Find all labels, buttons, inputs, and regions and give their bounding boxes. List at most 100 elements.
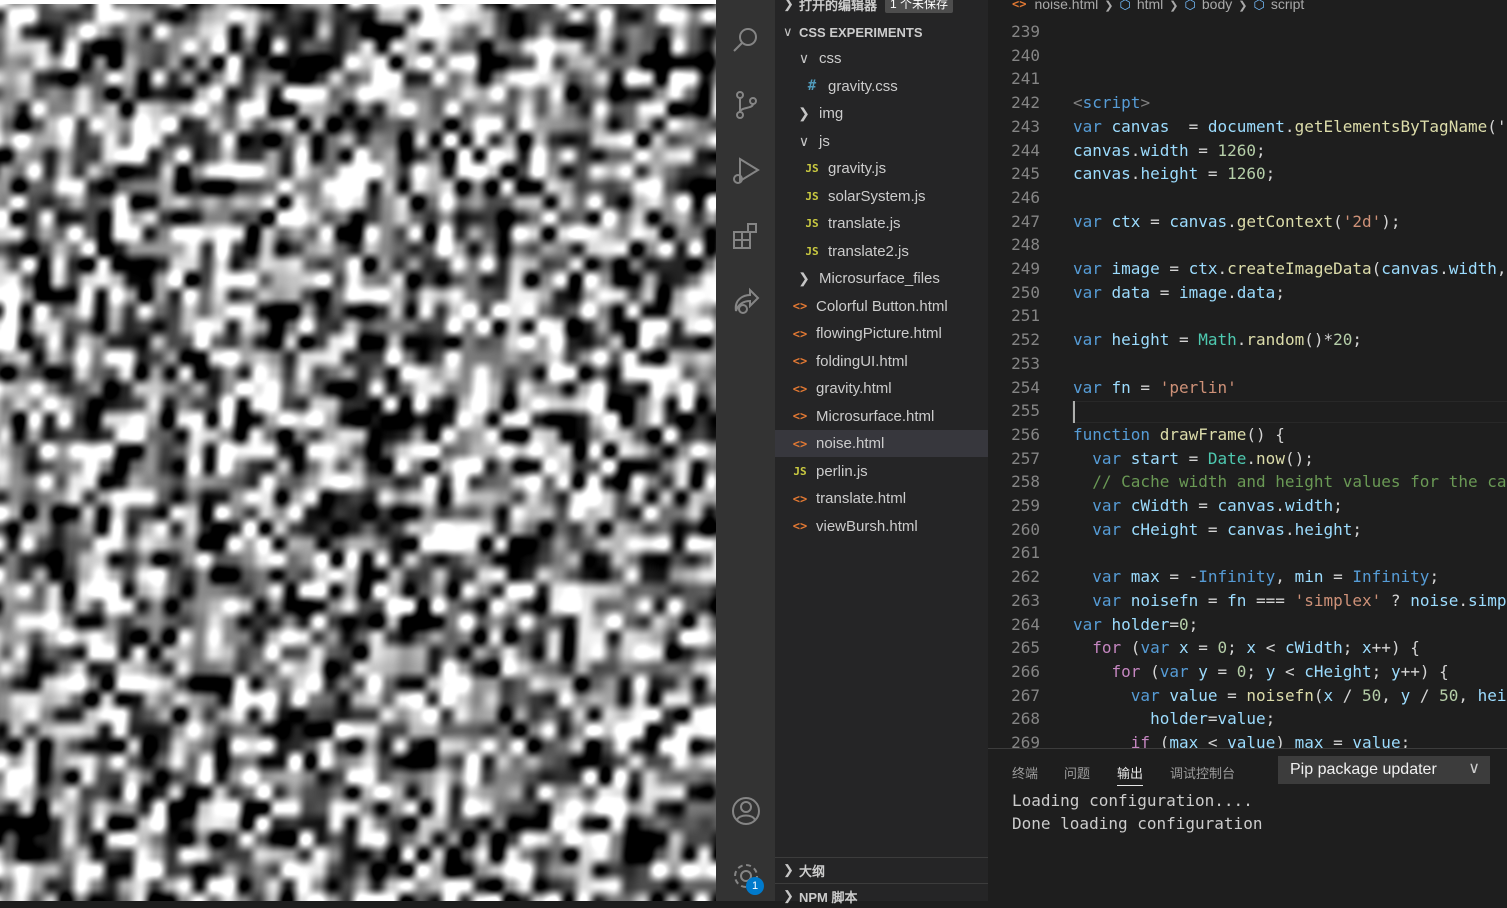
breadcrumb-separator-icon: ❯ bbox=[1238, 0, 1248, 12]
code-text: for (var y = 0; y < cHeight; y++) { bbox=[1111, 661, 1449, 681]
html-file-icon: <> bbox=[792, 519, 808, 533]
code-line: 253 bbox=[988, 352, 1507, 376]
code-text: function drawFrame() { bbox=[1073, 424, 1285, 444]
line-number: 251 bbox=[1011, 306, 1040, 326]
tree-item-label: noise.html bbox=[816, 435, 885, 452]
code-line: 261 bbox=[988, 541, 1507, 565]
npm-scripts-section[interactable]: ❯ NPM 脚本 bbox=[775, 883, 988, 908]
tree-item-label: Microsurface_files bbox=[819, 270, 940, 287]
code-text: var value = noisefn(x / 50, y / 50, hei bbox=[1130, 685, 1507, 705]
breadcrumb-separator-icon: ❯ bbox=[1104, 0, 1114, 12]
line-number: 269 bbox=[1011, 733, 1040, 748]
line-number: 247 bbox=[1011, 211, 1040, 231]
html-file-icon: <> bbox=[792, 326, 808, 341]
tree-folder[interactable]: ❯ Microsurface_files bbox=[775, 265, 988, 292]
code-text: holder=value; bbox=[1150, 709, 1276, 729]
tree-file[interactable]: JS gravity.js bbox=[775, 155, 988, 182]
line-number: 243 bbox=[1011, 116, 1040, 136]
tree-file[interactable]: <> Microsurface.html bbox=[775, 403, 988, 430]
tree-folder[interactable]: ∨ js bbox=[775, 128, 988, 155]
html-file-icon: <> bbox=[792, 491, 808, 506]
line-number: 240 bbox=[1011, 45, 1040, 65]
tree-file[interactable]: JS solarSystem.js bbox=[775, 183, 988, 210]
code-line: 247 var ctx = canvas.getContext('2d'); bbox=[988, 210, 1507, 234]
line-number: 268 bbox=[1011, 709, 1040, 729]
tree-file[interactable]: <> flowingPicture.html bbox=[775, 320, 988, 347]
tree-item-label: flowingPicture.html bbox=[816, 325, 942, 342]
panel-tab[interactable]: 调试控制台 bbox=[1170, 759, 1235, 785]
panel-tab[interactable]: 终端 bbox=[1012, 759, 1038, 785]
code-text: var data = image.data; bbox=[1073, 282, 1285, 302]
chevron-right-icon: ❯ bbox=[798, 105, 810, 121]
source-control-icon[interactable] bbox=[716, 79, 775, 131]
line-number: 260 bbox=[1011, 519, 1040, 539]
breadcrumb-item[interactable]: script bbox=[1271, 0, 1304, 12]
code-editor[interactable]: <> noise.html ❯ ⬡ html ❯ ⬡ body ❯ ⬡ script 239 24… bbox=[988, 0, 1507, 748]
live-share-icon[interactable] bbox=[716, 275, 775, 327]
chevron-right-icon: ❯ bbox=[783, 888, 794, 903]
open-editors-section[interactable]: ❯ 打开的编辑器 1 个未保存 bbox=[775, 0, 988, 15]
code-text: canvas.height = 1260; bbox=[1073, 164, 1276, 184]
html-file-icon: <> bbox=[1012, 0, 1027, 11]
line-number: 249 bbox=[1011, 259, 1040, 278]
code-line: 248 bbox=[988, 233, 1507, 257]
chevron-down-icon: ∨ bbox=[1468, 760, 1480, 777]
tree-file[interactable]: <> translate.html bbox=[775, 485, 988, 512]
tree-file[interactable]: <> foldingUI.html bbox=[775, 348, 988, 375]
code-line: 262 var max = -Infinity, min = Infinity; bbox=[988, 565, 1507, 589]
chevron-down-icon: ∨ bbox=[798, 50, 810, 66]
line-number: 258 bbox=[1011, 472, 1040, 492]
manage-gear-icon[interactable] bbox=[716, 850, 775, 902]
tree-file[interactable]: JS translate2.js bbox=[775, 238, 988, 265]
panel-tab[interactable]: 问题 bbox=[1064, 759, 1090, 785]
chevron-down-icon: ∨ bbox=[798, 132, 810, 149]
js-file-icon: JS bbox=[805, 217, 819, 230]
code-text: var image = ctx.createImageData(canvas.w… bbox=[1073, 259, 1507, 278]
line-number: 252 bbox=[1011, 330, 1040, 350]
tree-file[interactable]: # gravity.css bbox=[775, 73, 988, 100]
tree-file[interactable]: <> gravity.html bbox=[775, 375, 988, 402]
breadcrumb: <> noise.html ❯ ⬡ html ❯ ⬡ body ❯ ⬡ script bbox=[988, 0, 1304, 15]
line-number: 267 bbox=[1011, 685, 1040, 705]
tree-folder[interactable]: ❯ img bbox=[775, 100, 988, 127]
symbol-cube-icon: ⬡ bbox=[1253, 0, 1265, 12]
noise-canvas bbox=[0, 0, 716, 901]
tree-item-label: solarSystem.js bbox=[828, 187, 926, 205]
tree-file[interactable]: <> noise.html bbox=[775, 430, 988, 457]
breadcrumb-file[interactable]: noise.html bbox=[1034, 0, 1098, 12]
noise-preview bbox=[0, 0, 716, 901]
code-line: 266 for (var y = 0; y < cHeight; y++) { bbox=[988, 660, 1507, 684]
code-text: var start = Date.now(); bbox=[1092, 448, 1314, 468]
code-text: var max = -Infinity, min = Infinity; bbox=[1092, 567, 1440, 587]
line-number: 242 bbox=[1011, 93, 1040, 113]
code-text: var ctx = canvas.getContext('2d'); bbox=[1073, 211, 1401, 231]
line-number: 263 bbox=[1011, 590, 1040, 610]
folder-section-header[interactable]: ∨ CSS EXPERIMENTS bbox=[775, 21, 988, 43]
code-text: for (var x = 0; x < cWidth; x++) { bbox=[1092, 638, 1420, 658]
code-line: 267 var value = noisefn(x / 50, y / 50, … bbox=[988, 684, 1507, 708]
tree-folder[interactable]: ∨ css bbox=[775, 45, 988, 72]
tree-file[interactable]: JS perlin.js bbox=[775, 458, 988, 485]
search-icon[interactable] bbox=[716, 14, 775, 66]
account-icon[interactable] bbox=[716, 785, 775, 837]
code-line: 241 bbox=[988, 67, 1507, 91]
code-text: var fn = 'perlin' bbox=[1073, 377, 1237, 397]
tree-file[interactable]: JS translate.js bbox=[775, 210, 988, 237]
panel-tab[interactable]: 输出 bbox=[1117, 759, 1144, 786]
breadcrumb-item[interactable]: body bbox=[1202, 0, 1232, 12]
outline-section[interactable]: ❯ 大纲 bbox=[775, 857, 988, 882]
code-line: 239 bbox=[988, 20, 1507, 44]
tree-file[interactable]: <> viewBursh.html bbox=[775, 513, 988, 540]
chevron-right-icon: ❯ bbox=[798, 270, 810, 286]
code-line: 256 function drawFrame() { bbox=[988, 423, 1507, 447]
extensions-icon[interactable] bbox=[716, 210, 775, 262]
tree-file[interactable]: <> Colorful Button.html bbox=[775, 293, 988, 320]
outline-label: 大纲 bbox=[799, 863, 826, 879]
breadcrumb-item[interactable]: html bbox=[1137, 0, 1163, 12]
code-text: var holder=0; bbox=[1073, 614, 1199, 634]
run-debug-icon[interactable] bbox=[716, 145, 775, 197]
html-file-icon: <> bbox=[792, 436, 808, 451]
tree-item-label: Colorful Button.html bbox=[816, 297, 948, 315]
preview-top-edge bbox=[0, 0, 716, 4]
output-channel-select[interactable]: Pip package updater ∨ bbox=[1278, 756, 1490, 784]
